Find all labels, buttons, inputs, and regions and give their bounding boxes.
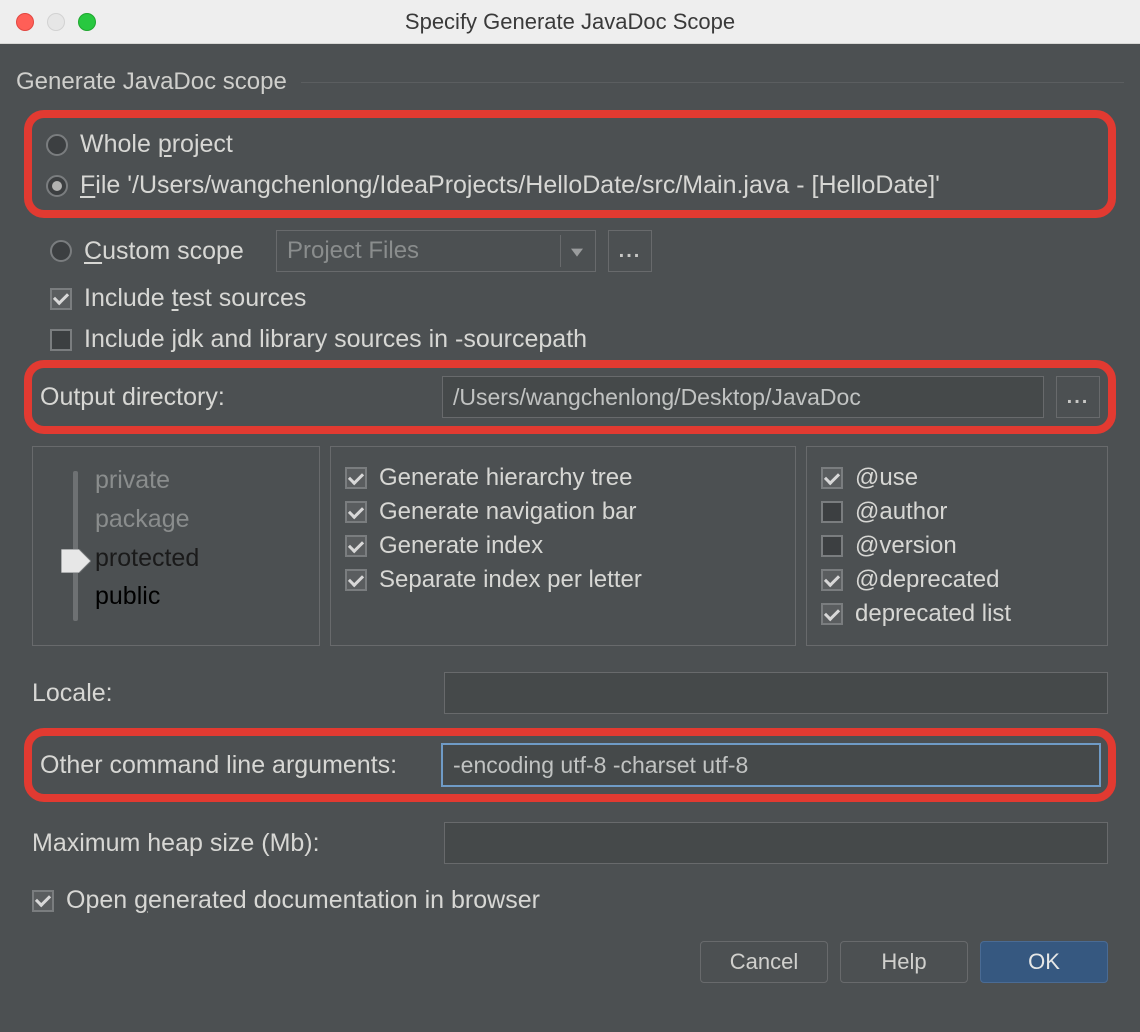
chk-row-index[interactable]: Generate index <box>345 529 781 563</box>
other-args-label: Other command line arguments: <box>40 751 430 780</box>
chk-deprecated-list[interactable] <box>821 603 843 625</box>
visibility-public[interactable]: public <box>95 577 305 616</box>
chk-label-version: @version <box>855 532 957 560</box>
chk-row-author[interactable]: @author <box>821 495 1093 529</box>
chk-row-deprecated[interactable]: @deprecated <box>821 563 1093 597</box>
radio-whole-project[interactable] <box>46 134 68 156</box>
chk-label-depr-list: deprecated list <box>855 600 1011 628</box>
chk-row-hierarchy[interactable]: Generate hierarchy tree <box>345 461 781 495</box>
group-title: Generate JavaDoc scope <box>16 68 287 96</box>
chk-row-sep-index[interactable]: Separate index per letter <box>345 563 781 597</box>
chk-row-navbar[interactable]: Generate navigation bar <box>345 495 781 529</box>
chk-row-use[interactable]: @use <box>821 461 1093 495</box>
divider <box>301 82 1124 83</box>
visibility-slider-track[interactable] <box>73 471 78 621</box>
checkbox-open-browser[interactable] <box>32 890 54 912</box>
chk-label-hierarchy: Generate hierarchy tree <box>379 464 632 492</box>
visibility-package[interactable]: package <box>95 500 305 539</box>
outputdir-label: Output directory: <box>40 383 430 412</box>
heap-label: Maximum heap size (Mb): <box>32 829 432 858</box>
group-header: Generate JavaDoc scope <box>16 68 1124 96</box>
visibility-protected[interactable]: protected <box>95 539 305 578</box>
browse-outputdir-button[interactable]: ... <box>1056 376 1100 418</box>
checkbox-include-jdk[interactable] <box>50 329 72 351</box>
radio-row-whole-project[interactable]: Whole project <box>46 124 1094 165</box>
radio-row-file[interactable]: File '/Users/wangchenlong/IdeaProjects/H… <box>46 165 1094 206</box>
checkbox-row-open-browser[interactable]: Open generated documentation in browser <box>32 870 1108 921</box>
radio-label-custom-scope: Custom scope <box>84 237 264 266</box>
chk-index[interactable] <box>345 535 367 557</box>
tags-panel: @use @author @version @deprecated deprec… <box>806 446 1108 646</box>
chk-label-author: @author <box>855 498 947 526</box>
cancel-button[interactable]: Cancel <box>700 941 828 983</box>
heap-input[interactable] <box>444 822 1108 864</box>
visibility-private[interactable]: private <box>95 461 305 500</box>
highlight-scope: Whole project File '/Users/wangchenlong/… <box>24 110 1116 218</box>
outputdir-input[interactable] <box>442 376 1044 418</box>
locale-input[interactable] <box>444 672 1108 714</box>
visibility-panel: private package protected public <box>32 446 320 646</box>
highlight-outputdir: Output directory: ... <box>24 360 1116 434</box>
chk-version[interactable] <box>821 535 843 557</box>
titlebar: Specify Generate JavaDoc Scope <box>0 0 1140 44</box>
chk-row-version[interactable]: @version <box>821 529 1093 563</box>
checkbox-label-open-browser: Open generated documentation in browser <box>66 886 540 915</box>
chk-label-use: @use <box>855 464 918 492</box>
window-title: Specify Generate JavaDoc Scope <box>0 9 1140 35</box>
browse-scope-button[interactable]: ... <box>608 230 652 272</box>
chk-author[interactable] <box>821 501 843 523</box>
chk-label-deprecated: @deprecated <box>855 566 999 594</box>
chk-deprecated[interactable] <box>821 569 843 591</box>
radio-custom-scope[interactable] <box>50 240 72 262</box>
locale-label: Locale: <box>32 679 432 708</box>
checkbox-row-include-test[interactable]: Include test sources <box>16 278 1124 319</box>
chk-navbar[interactable] <box>345 501 367 523</box>
select-custom-scope[interactable]: Project Files <box>276 230 596 272</box>
minimize-icon <box>47 13 65 31</box>
checkbox-label-include-jdk: Include jdk and library sources in -sour… <box>84 325 587 354</box>
radio-label-whole-project: Whole project <box>80 130 233 159</box>
chk-label-navbar: Generate navigation bar <box>379 498 637 526</box>
generate-options-panel: Generate hierarchy tree Generate navigat… <box>330 446 796 646</box>
help-button[interactable]: Help <box>840 941 968 983</box>
checkbox-label-include-test: Include test sources <box>84 284 306 313</box>
checkbox-row-include-jdk[interactable]: Include jdk and library sources in -sour… <box>16 319 1124 360</box>
chk-label-sep-index: Separate index per letter <box>379 566 642 594</box>
window-controls <box>0 13 96 31</box>
checkbox-include-test[interactable] <box>50 288 72 310</box>
close-icon[interactable] <box>16 13 34 31</box>
highlight-other-args: Other command line arguments: <box>24 728 1116 802</box>
chk-hierarchy[interactable] <box>345 467 367 489</box>
other-args-input[interactable] <box>442 744 1100 786</box>
chk-sep-index[interactable] <box>345 569 367 591</box>
zoom-icon[interactable] <box>78 13 96 31</box>
chk-row-deprecated-list[interactable]: deprecated list <box>821 597 1093 631</box>
ok-button[interactable]: OK <box>980 941 1108 983</box>
radio-file[interactable] <box>46 175 68 197</box>
radio-label-file: File '/Users/wangchenlong/IdeaProjects/H… <box>80 171 940 200</box>
visibility-slider-thumb[interactable] <box>61 549 91 573</box>
radio-row-custom-scope[interactable]: Custom scope Project Files ... <box>16 224 1124 278</box>
chk-use[interactable] <box>821 467 843 489</box>
chk-label-index: Generate index <box>379 532 543 560</box>
